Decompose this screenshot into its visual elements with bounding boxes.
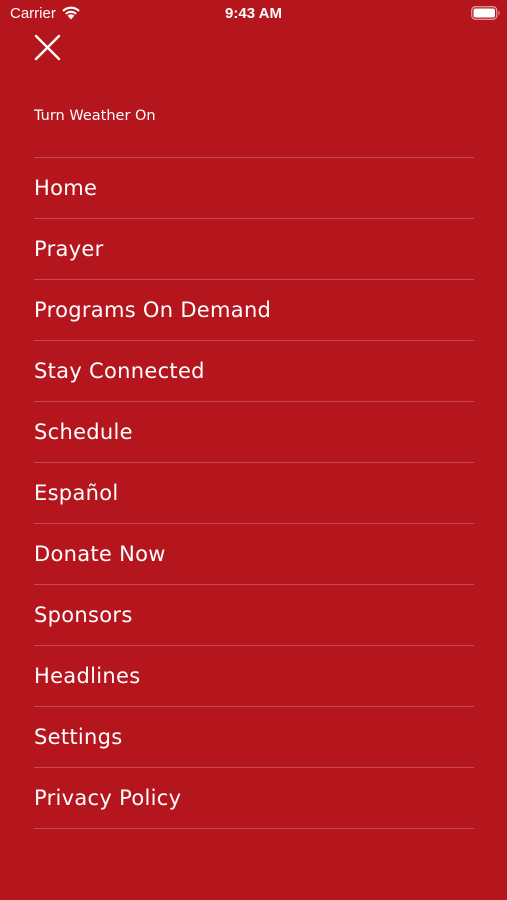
menu-item-label: Home	[34, 176, 98, 200]
menu-item-label: Schedule	[34, 420, 133, 444]
weather-toggle-button[interactable]: Turn Weather On	[34, 108, 156, 124]
menu-item-label: Privacy Policy	[34, 786, 182, 810]
status-bar: Carrier 9:43 AM	[0, 0, 507, 28]
menu-item-label: Stay Connected	[34, 359, 205, 383]
menu-item-espanol[interactable]: Español	[34, 463, 474, 524]
menu-item-donate-now[interactable]: Donate Now	[34, 524, 474, 585]
menu-item-label: Donate Now	[34, 542, 166, 566]
menu-item-label: Prayer	[34, 237, 104, 261]
menu-item-programs-on-demand[interactable]: Programs On Demand	[34, 280, 474, 341]
close-button[interactable]	[33, 33, 63, 63]
menu-item-label: Settings	[34, 725, 123, 749]
status-time: 9:43 AM	[225, 5, 282, 22]
battery-icon	[471, 6, 500, 20]
menu-item-stay-connected[interactable]: Stay Connected	[34, 341, 474, 402]
menu-item-settings[interactable]: Settings	[34, 707, 474, 768]
menu-item-home[interactable]: Home	[34, 158, 474, 219]
navigation-menu: Home Prayer Programs On Demand Stay Conn…	[34, 157, 474, 829]
menu-item-schedule[interactable]: Schedule	[34, 402, 474, 463]
menu-item-privacy-policy[interactable]: Privacy Policy	[34, 768, 474, 829]
menu-item-label: Español	[34, 481, 119, 505]
menu-item-label: Headlines	[34, 664, 141, 688]
menu-item-prayer[interactable]: Prayer	[34, 219, 474, 280]
menu-item-label: Programs On Demand	[34, 298, 272, 322]
menu-item-label: Sponsors	[34, 603, 133, 627]
menu-item-sponsors[interactable]: Sponsors	[34, 585, 474, 646]
menu-item-headlines[interactable]: Headlines	[34, 646, 474, 707]
close-icon	[34, 34, 61, 61]
